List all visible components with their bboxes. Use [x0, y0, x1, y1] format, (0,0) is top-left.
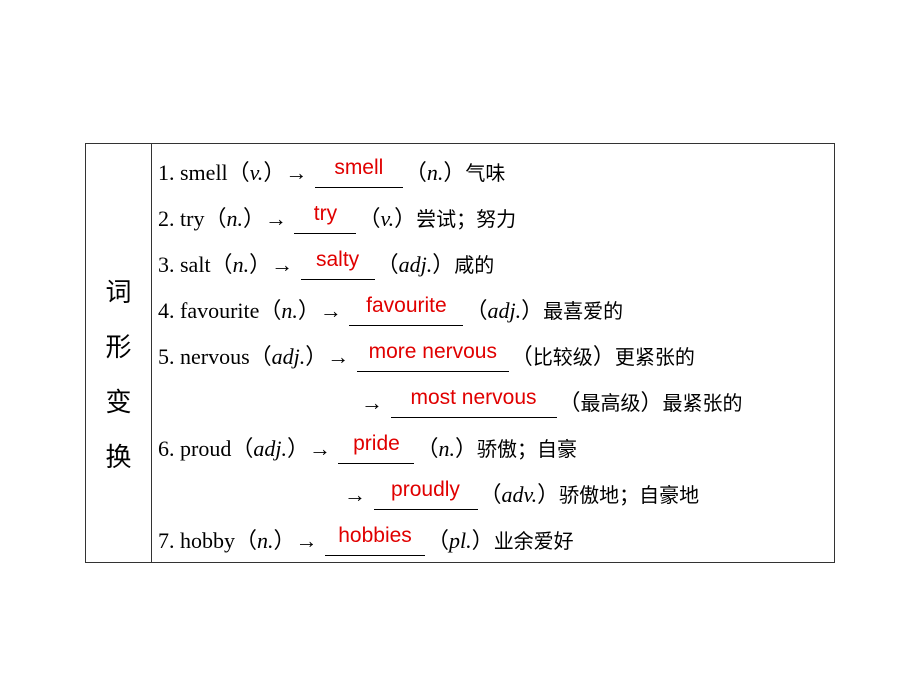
word-formation-table: 词 形 变 换 1. smell（v.）→ smell （n.）气味 2. try…: [85, 143, 835, 563]
pos-to: adj.: [398, 252, 433, 277]
item-line: 2. try（n.）→ try （v.）尝试；努力: [158, 203, 517, 234]
meaning: 最喜爱的: [543, 299, 624, 323]
pos-from: v.: [249, 160, 264, 185]
arrow: →: [361, 390, 383, 415]
item-prefix: 6. proud（: [158, 436, 254, 461]
paren: （: [510, 344, 533, 369]
pos-to: 最高级: [580, 391, 641, 415]
paren: ）: [443, 160, 466, 185]
answer-blank: hobbies: [325, 525, 426, 556]
answer-text: favourite: [366, 294, 447, 317]
answer-text: pride: [353, 432, 400, 455]
answer-blank: salty: [300, 249, 375, 280]
pos-from: adj.: [253, 436, 287, 461]
item-line: 1. smell（v.）→ smell （n.）气味: [158, 157, 506, 188]
meaning: 气味: [465, 161, 506, 185]
meaning: 业余爱好: [493, 529, 574, 553]
answer-blank: favourite: [349, 295, 464, 326]
pos-to: adv.: [501, 482, 538, 507]
pos-from: adj.: [271, 344, 306, 369]
side-label-char: 形: [105, 333, 132, 363]
meaning: 更紧张的: [614, 345, 695, 369]
paren: ）: [537, 482, 560, 507]
arrow: ）→: [305, 344, 350, 369]
answer-blank: more nervous: [356, 341, 509, 372]
paren: ）: [471, 528, 494, 553]
answer-text: hobbies: [338, 524, 412, 547]
arrow: ）→: [286, 436, 331, 461]
pos-to: adj.: [487, 298, 522, 323]
arrow: →: [344, 482, 366, 507]
item-prefix: 7. hobby（: [158, 528, 258, 553]
arrow: ）→: [273, 528, 318, 553]
pos-from: n.: [257, 528, 274, 553]
side-label-char: 变: [105, 388, 132, 418]
answer-blank: pride: [338, 433, 415, 464]
answer-text: smell: [334, 156, 384, 179]
answer-blank: smell: [314, 157, 403, 188]
arrow: ）→: [263, 160, 308, 185]
item-line: 5. nervous（adj.）→ more nervous （比较级）更紧张的: [158, 341, 695, 372]
paren: （: [404, 160, 427, 185]
answer-text: more nervous: [368, 340, 497, 363]
answer-text: salty: [315, 248, 360, 271]
side-label-char: 换: [105, 443, 132, 473]
item-prefix: 3. salt（: [158, 252, 233, 277]
paren: ）: [592, 344, 615, 369]
paren: （: [376, 252, 399, 277]
item-prefix: 2. try（: [158, 206, 227, 231]
paren: ）: [394, 206, 417, 231]
pos-to: n.: [438, 436, 455, 461]
paren: （: [427, 528, 450, 553]
meaning: 骄傲；自豪: [477, 437, 577, 461]
meaning: 尝试；努力: [416, 207, 517, 231]
item-prefix: 5. nervous（: [158, 344, 272, 369]
arrow: ）→: [297, 298, 342, 323]
paren: ）: [640, 390, 663, 415]
meaning: 骄傲地；自豪地: [559, 483, 700, 507]
item-line: 6. proud（adj.）→ pride （n.）骄傲；自豪: [158, 433, 577, 464]
paren: ）: [432, 252, 455, 277]
side-label-char: 词: [105, 278, 132, 308]
arrow: ）→: [249, 252, 294, 277]
paren: （: [479, 482, 502, 507]
answer-blank: proudly: [373, 479, 478, 510]
pos-to: 比较级: [532, 345, 593, 369]
side-label-cell: 词 形 变 换: [86, 144, 152, 562]
item-line: 4. favourite（n.）→ favourite （adj.）最喜爱的: [158, 295, 624, 326]
paren: （: [558, 390, 581, 415]
pos-to: n.: [426, 160, 444, 185]
paren: ）: [454, 436, 477, 461]
item-line: 3. salt（n.）→ salty （adj.）咸的: [158, 249, 495, 280]
meaning: 咸的: [454, 253, 495, 277]
pos-to: v.: [380, 206, 395, 231]
answer-blank: most nervous: [390, 387, 557, 418]
item-prefix: 4. favourite（: [158, 298, 282, 323]
answer-text: proudly: [391, 478, 460, 501]
item-prefix: 1. smell（: [158, 160, 250, 185]
answer-text: try: [313, 202, 338, 225]
pos-to: pl.: [449, 528, 472, 553]
paren: ）: [521, 298, 544, 323]
paren: （: [416, 436, 439, 461]
pos-from: n.: [232, 252, 250, 277]
item-line: 7. hobby（n.）→ hobbies （pl.）业余爱好: [158, 525, 574, 556]
meaning: 最紧张的: [662, 391, 743, 415]
item-line: → proudly （adv.）骄傲地；自豪地: [344, 479, 700, 510]
pos-from: n.: [226, 206, 243, 231]
arrow: ）→: [242, 206, 287, 231]
paren: （: [465, 298, 488, 323]
pos-from: n.: [281, 298, 298, 323]
answer-text: most nervous: [410, 386, 537, 409]
item-line: → most nervous （最高级）最紧张的: [361, 387, 743, 418]
paren: （: [358, 206, 381, 231]
answer-blank: try: [294, 203, 357, 234]
